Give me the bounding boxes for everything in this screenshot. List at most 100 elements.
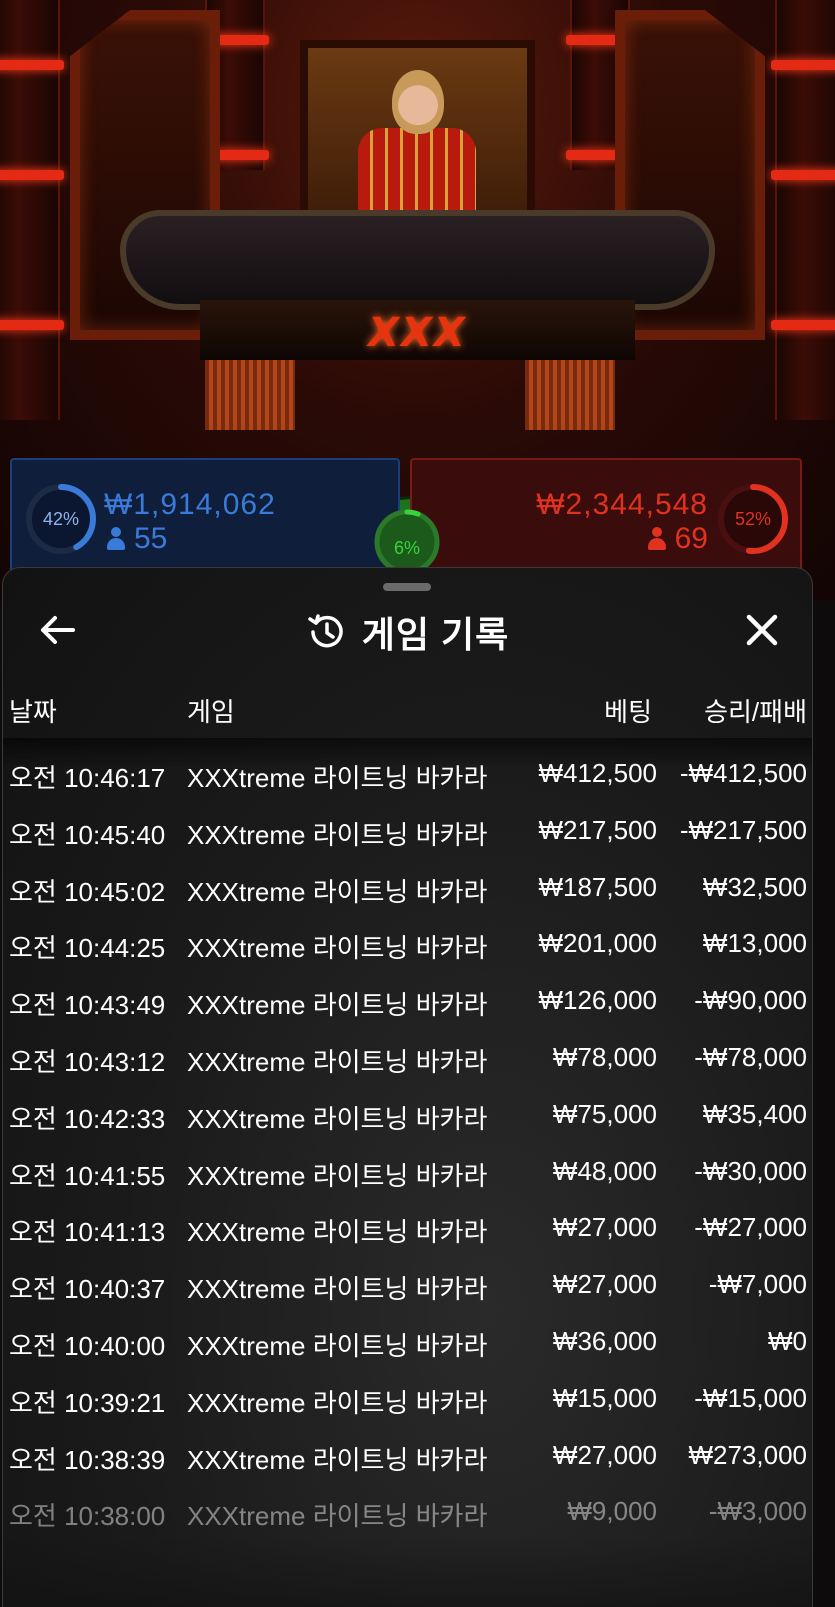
list-bottom-fade: [3, 1536, 812, 1607]
column-header-date: 날짜: [9, 697, 57, 727]
row-time: 오전 10:43:49: [9, 990, 166, 1021]
list-top-shadow: [3, 738, 812, 768]
row-game: XXXtreme 라이트닝 바카라: [187, 1103, 488, 1134]
banker-count-value: 69: [674, 522, 708, 555]
close-x-icon: [746, 614, 778, 646]
player-count: 55: [106, 522, 167, 556]
row-time: 오전 10:40:37: [9, 1274, 166, 1305]
row-result: ₩13,000: [702, 928, 807, 959]
row-time: 오전 10:41:13: [9, 1217, 166, 1248]
history-row[interactable]: 오전 10:41:55 XXXtreme 라이트닝 바카라 ₩48,000 -₩30,…: [3, 1155, 812, 1196]
row-bet: ₩217,500: [538, 814, 657, 845]
row-result: -₩15,000: [694, 1382, 807, 1413]
row-game: XXXtreme 라이트닝 바카라: [187, 990, 488, 1021]
row-game: XXXtreme 라이트닝 바카라: [187, 819, 488, 850]
row-game: XXXtreme 라이트닝 바카라: [187, 1047, 488, 1077]
row-game: XXXtreme 라이트닝 바카라: [187, 1444, 488, 1475]
row-bet: ₩187,500: [538, 871, 657, 902]
history-row[interactable]: 오전 10:38:39 XXXtreme 라이트닝 바카라 ₩27,000 ₩273,…: [3, 1439, 812, 1480]
banker-bet-amount: ₩2,344,548: [536, 488, 708, 521]
row-time: 오전 10:43:12: [9, 1047, 166, 1077]
row-bet: ₩78,000: [552, 1042, 657, 1072]
row-time: 오전 10:39:21: [9, 1387, 166, 1418]
history-row[interactable]: 오전 10:45:40 XXXtreme 라이트닝 바카라 ₩217,500 -₩21…: [3, 814, 812, 855]
dealer-head: [392, 70, 444, 134]
person-icon: [106, 527, 126, 551]
column-header-result: 승리/패배: [704, 697, 807, 727]
sheet-title-group: 게임 기록: [3, 606, 812, 658]
close-button[interactable]: [740, 608, 784, 652]
row-result: -₩27,000: [694, 1212, 807, 1243]
sheet-title: 게임 기록: [361, 614, 510, 655]
history-row[interactable]: 오전 10:41:13 XXXtreme 라이트닝 바카라 ₩27,000 -₩27,…: [3, 1212, 812, 1252]
lightning-pillar: [0, 0, 64, 420]
row-result: -₩78,000: [694, 1042, 807, 1072]
row-bet: ₩126,000: [538, 985, 657, 1016]
xxx-logo: XXX: [368, 310, 467, 356]
row-bet: ₩75,000: [552, 1098, 657, 1129]
row-time: 오전 10:41:55: [9, 1160, 166, 1191]
column-header-game: 게임: [187, 697, 235, 727]
history-row[interactable]: 오전 10:44:25 XXXtreme 라이트닝 바카라 ₩201,000 ₩13,…: [3, 928, 812, 968]
history-row[interactable]: 오전 10:38:00 XXXtreme 라이트닝 바카라 ₩9,000 -₩3,00…: [3, 1496, 812, 1536]
sheet-header: 게임 기록: [3, 598, 812, 658]
banker-bet-panel[interactable]: ₩2,344,548 69 52%: [410, 458, 802, 578]
row-result: -₩90,000: [694, 985, 807, 1016]
row-time: 오전 10:38:39: [9, 1444, 166, 1475]
row-result: ₩32,500: [702, 871, 807, 902]
row-time: 오전 10:45:02: [9, 876, 166, 907]
row-bet: ₩9,000: [567, 1496, 657, 1527]
row-result: -₩217,500: [679, 814, 807, 845]
history-row[interactable]: 오전 10:43:49 XXXtreme 라이트닝 바카라 ₩126,000 -₩90…: [3, 985, 812, 1025]
row-game: XXXtreme 라이트닝 바카라: [187, 1387, 488, 1418]
lightning-pillar: [771, 0, 835, 420]
row-time: 오전 10:42:33: [9, 1103, 166, 1134]
row-result: ₩0: [768, 1326, 807, 1356]
row-time: 오전 10:44:25: [9, 933, 166, 964]
history-row[interactable]: 오전 10:42:33 XXXtreme 라이트닝 바카라 ₩75,000 ₩35,4…: [3, 1098, 812, 1139]
row-bet: ₩27,000: [552, 1212, 657, 1243]
row-time: 오전 10:45:40: [9, 819, 166, 850]
row-result: ₩273,000: [688, 1439, 807, 1470]
player-percent-gauge: 42%: [24, 482, 98, 556]
row-bet: ₩36,000: [552, 1326, 657, 1356]
history-column-headers: 날짜 게임 베팅 승리/패배: [3, 692, 812, 727]
history-row[interactable]: 오전 10:40:00 XXXtreme 라이트닝 바카라 ₩36,000 ₩0: [3, 1326, 812, 1366]
row-bet: ₩201,000: [538, 928, 657, 959]
banker-percent-label: 52%: [734, 508, 772, 529]
row-time: 오전 10:38:00: [9, 1501, 166, 1532]
table-leg: [525, 360, 615, 430]
player-percent-label: 42%: [42, 508, 80, 529]
sheet-drag-handle[interactable]: [383, 583, 431, 591]
baccarat-table: [120, 210, 715, 310]
person-icon: [647, 527, 667, 551]
player-bet-panel[interactable]: 42% ₩1,914,062 55: [10, 458, 400, 578]
row-game: XXXtreme 라이트닝 바카라: [187, 1501, 488, 1532]
table-leg: [205, 360, 295, 430]
row-game: XXXtreme 라이트닝 바카라: [187, 1331, 488, 1361]
row-game: XXXtreme 라이트닝 바카라: [187, 1160, 488, 1191]
row-game: XXXtreme 라이트닝 바카라: [187, 876, 488, 907]
player-count-value: 55: [134, 522, 168, 555]
game-history-sheet: 게임 기록 날짜 게임 베팅 승리/패배 오전 10:46:17 XXXtreme…: [2, 567, 813, 1607]
player-bet-amount: ₩1,914,062: [104, 488, 276, 521]
history-row[interactable]: 오전 10:43:12 XXXtreme 라이트닝 바카라 ₩78,000 -₩78,…: [3, 1042, 812, 1082]
banker-count: 69: [647, 522, 708, 556]
banker-percent-gauge: 52%: [716, 482, 790, 556]
row-result: -₩3,000: [708, 1496, 807, 1527]
row-result: ₩35,400: [702, 1098, 807, 1129]
row-bet: ₩15,000: [552, 1382, 657, 1413]
row-bet: ₩48,000: [552, 1155, 657, 1186]
row-time: 오전 10:40:00: [9, 1331, 166, 1361]
row-bet: ₩27,000: [552, 1439, 657, 1470]
row-game: XXXtreme 라이트닝 바카라: [187, 933, 488, 964]
history-row[interactable]: 오전 10:40:37 XXXtreme 라이트닝 바카라 ₩27,000 -₩7,0…: [3, 1269, 812, 1309]
history-row[interactable]: 오전 10:45:02 XXXtreme 라이트닝 바카라 ₩187,500 ₩32,…: [3, 871, 812, 912]
row-game: XXXtreme 라이트닝 바카라: [187, 1274, 488, 1305]
column-header-bet: 베팅: [604, 697, 652, 727]
row-result: -₩7,000: [708, 1269, 807, 1300]
row-game: XXXtreme 라이트닝 바카라: [187, 1217, 488, 1248]
history-clock-icon: [308, 614, 343, 648]
row-bet: ₩27,000: [552, 1269, 657, 1300]
history-row[interactable]: 오전 10:39:21 XXXtreme 라이트닝 바카라 ₩15,000 -₩15,…: [3, 1382, 812, 1423]
